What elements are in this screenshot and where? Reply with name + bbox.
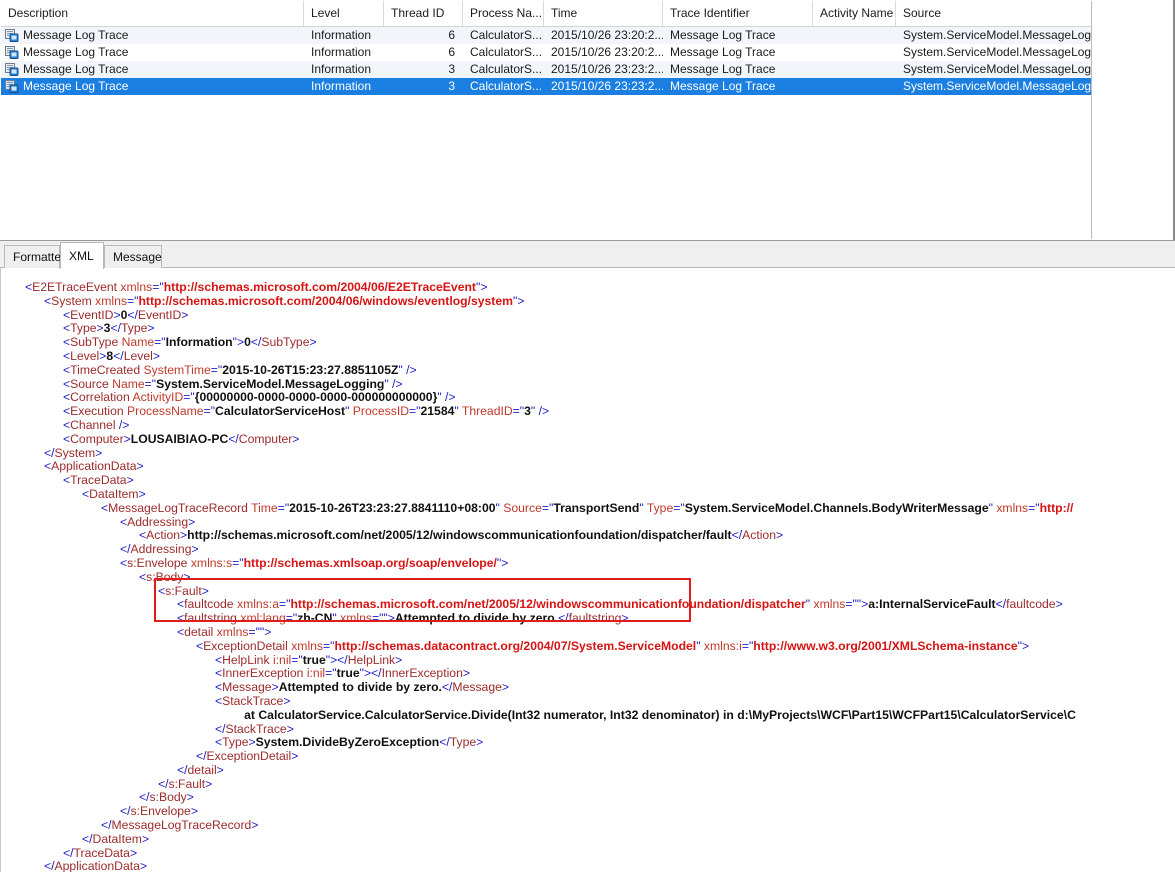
grid-header-row[interactable]: Description Level Thread ID Process Na... Ti… [1, 1, 1091, 27]
column-header-trace-identifier[interactable]: Trace Identifier [663, 1, 813, 26]
table-row[interactable]: Message Log Trace Information 6 CalculatorS… [1, 27, 1091, 44]
xml-line: <Type>3</Type> [63, 321, 155, 336]
cell-trace-identifier: Message Log Trace [670, 79, 776, 93]
xml-line: </s:Body> [139, 790, 194, 805]
cell-source: System.ServiceModel.MessageLogging [903, 28, 1092, 42]
column-header-thread-id[interactable]: Thread ID [384, 1, 463, 26]
xml-line: <TraceData> [63, 473, 134, 488]
cell-description: Message Log Trace [23, 79, 129, 93]
xml-line: <EventID>0</EventID> [63, 307, 189, 322]
xml-line: <InnerException i:nil="true"></InnerExce… [215, 666, 470, 681]
xml-line: </TraceData> [63, 845, 138, 860]
cell-description: Message Log Trace [23, 62, 129, 76]
table-row[interactable]: Message Log Trace Information 3 CalculatorS… [1, 61, 1091, 78]
cell-trace-identifier: Message Log Trace [670, 62, 776, 76]
xml-line: <Type>System.DivideByZeroException</Type… [215, 735, 484, 750]
column-header-process-na[interactable]: Process Na... [463, 1, 544, 26]
xml-line: <ApplicationData> [44, 459, 144, 474]
xml-line: </ExceptionDetail> [196, 749, 299, 764]
xml-line: <Level>8</Level> [63, 348, 160, 363]
xml-line: <Source Name="System.ServiceModel.Messag… [63, 376, 403, 391]
xml-line: <s:Body> [139, 569, 191, 584]
cell-activity-name [813, 61, 896, 78]
cell-trace-identifier: Message Log Trace [670, 45, 776, 59]
cell-time: 2015/10/26 23:23:2... [551, 62, 663, 76]
cell-level: Information [311, 28, 372, 42]
cell-description: Message Log Trace [23, 45, 129, 59]
xml-content: <E2ETraceEvent xmlns="http://schemas.mic… [1, 280, 1175, 872]
xml-line: <faultcode xmlns:a="http://schemas.micro… [177, 597, 1063, 612]
xml-line: <detail xmlns=""> [177, 624, 272, 639]
xml-line: <Message>Attempted to divide by zero.</M… [215, 680, 509, 695]
column-header-description[interactable]: Description [1, 1, 304, 26]
column-header-level[interactable]: Level [304, 1, 384, 26]
cell-time: 2015/10/26 23:20:2... [551, 28, 663, 42]
cell-thread-id: 6 [448, 28, 455, 42]
xml-line: <Action>http://schemas.microsoft.com/net… [139, 528, 784, 543]
xml-line: at CalculatorService.CalculatorService.D… [234, 707, 1076, 722]
trace-list-panel: Description Level Thread ID Process Na... Ti… [0, 0, 1175, 240]
xml-line: <StackTrace> [215, 693, 291, 708]
cell-activity-name [813, 78, 896, 95]
cell-source: System.ServiceModel.MessageLogging [903, 45, 1092, 59]
cell-process-name: CalculatorS... [470, 79, 543, 93]
column-header-activity-name[interactable]: Activity Name [813, 1, 896, 26]
cell-thread-id: 3 [448, 79, 455, 93]
trace-viewer-window: Description Level Thread ID Process Na... Ti… [0, 0, 1175, 872]
xml-line: <Channel /> [63, 417, 130, 432]
cell-description: Message Log Trace [23, 28, 129, 42]
xml-line: <Addressing> [120, 514, 196, 529]
cell-process-name: CalculatorS... [470, 62, 543, 76]
cell-source: System.ServiceModel.MessageLogging [903, 62, 1092, 76]
xml-line: </s:Fault> [158, 776, 213, 791]
grid-scroll-gutter [1092, 0, 1174, 240]
xml-line: </ApplicationData> [44, 859, 148, 872]
cell-time: 2015/10/26 23:23:2... [551, 79, 663, 93]
cell-thread-id: 3 [448, 62, 455, 76]
column-header-time[interactable]: Time [544, 1, 663, 26]
cell-time: 2015/10/26 23:20:2... [551, 45, 663, 59]
xml-line: <Correlation ActivityID="{00000000-0000-… [63, 390, 456, 405]
xml-line: <faultstring xml:lang="zh-CN" xmlns="">A… [177, 611, 629, 626]
xml-line: <Computer>LOUSAIBIAO-PC</Computer> [63, 431, 300, 446]
xml-line: <s:Fault> [158, 583, 209, 598]
tab-formatted[interactable]: Formatted [4, 245, 68, 269]
xml-line: <E2ETraceEvent xmlns="http://schemas.mic… [25, 280, 488, 294]
column-header-source[interactable]: Source [896, 1, 1091, 26]
cell-source: System.ServiceModel.MessageLogging [903, 79, 1092, 93]
xml-line: <MessageLogTraceRecord Time="2015-10-26T… [101, 500, 1074, 515]
xml-line: <TimeCreated SystemTime="2015-10-26T15:2… [63, 362, 417, 377]
xml-line: </StackTrace> [215, 721, 294, 736]
xml-line: </System> [44, 445, 103, 460]
cell-process-name: CalculatorS... [470, 28, 543, 42]
xml-line: </detail> [177, 762, 224, 777]
cell-activity-name [813, 44, 896, 61]
xml-line: </DataItem> [82, 831, 150, 846]
xml-line: <SubType Name="Information">0</SubType> [63, 335, 317, 350]
xml-detail-view[interactable]: <E2ETraceEvent xmlns="http://schemas.mic… [0, 268, 1175, 872]
grid-body[interactable]: Message Log Trace Information 6 CalculatorS… [1, 27, 1091, 95]
tab-xml[interactable]: XML [60, 242, 104, 269]
xml-line: </s:Envelope> [120, 804, 198, 819]
cell-trace-identifier: Message Log Trace [670, 28, 776, 42]
cell-thread-id: 6 [448, 45, 455, 59]
table-row[interactable]: Message Log Trace Information 3 CalculatorS… [1, 78, 1091, 95]
xml-line: <HelpLink i:nil="true"></HelpLink> [215, 652, 403, 667]
xml-line: </MessageLogTraceRecord> [101, 818, 259, 833]
cell-level: Information [311, 45, 372, 59]
cell-process-name: CalculatorS... [470, 45, 543, 59]
cell-level: Information [311, 79, 372, 93]
detail-tabstrip[interactable]: Formatted XML Message [0, 240, 1175, 269]
table-row[interactable]: Message Log Trace Information 6 CalculatorS… [1, 44, 1091, 61]
trace-grid[interactable]: Description Level Thread ID Process Na... Ti… [1, 1, 1092, 239]
xml-line: <ExceptionDetail xmlns="http://schemas.d… [196, 638, 1030, 653]
xml-line: <DataItem> [82, 486, 146, 501]
xml-line: <Execution ProcessName="CalculatorServic… [63, 404, 550, 419]
xml-line: <System xmlns="http://schemas.microsoft.… [44, 293, 525, 308]
tab-message[interactable]: Message [104, 245, 162, 269]
cell-level: Information [311, 62, 372, 76]
xml-line: </Addressing> [120, 542, 199, 557]
xml-line: <s:Envelope xmlns:s="http://schemas.xmls… [120, 555, 509, 570]
cell-activity-name [813, 27, 896, 44]
